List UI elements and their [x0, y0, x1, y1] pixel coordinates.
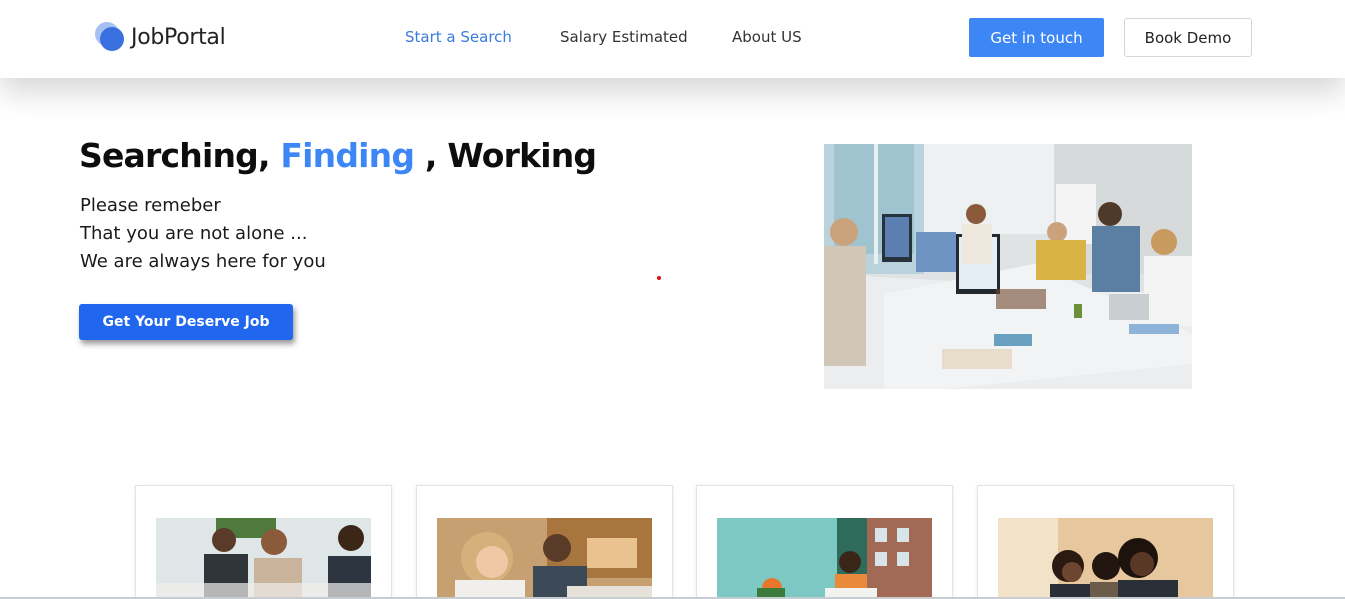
hero-title-accent: Finding [280, 136, 415, 175]
hero-title-part1: Searching, [79, 136, 281, 175]
hero-line: Please remeber [80, 195, 221, 216]
nav-start-search[interactable]: Start a Search [405, 28, 512, 46]
office-team-photo [824, 144, 1192, 389]
hero-title-part2: , Working [414, 136, 597, 175]
card-photo-workspace [717, 518, 932, 599]
card-photo-team [156, 518, 371, 599]
brand-logo[interactable]: JobPortal [95, 22, 226, 52]
brand-name: JobPortal [131, 24, 226, 50]
feature-card[interactable] [416, 485, 673, 599]
card-photo-coworkers [437, 518, 652, 599]
card-photo-meeting [998, 518, 1213, 599]
book-demo-button[interactable]: Book Demo [1124, 18, 1252, 57]
nav-salary-estimated[interactable]: Salary Estimated [560, 28, 688, 46]
hero-subtitle: Please remeber That you are not alone ..… [80, 192, 326, 276]
feature-card[interactable] [977, 485, 1234, 599]
top-navbar: JobPortal Start a Search Salary Estimate… [0, 0, 1345, 78]
nav-about-us[interactable]: About US [732, 28, 802, 46]
hero-line: That you are not alone ... [80, 223, 308, 244]
get-deserve-job-button[interactable]: Get Your Deserve Job [79, 304, 293, 340]
logo-circles-icon [95, 22, 125, 52]
get-in-touch-button[interactable]: Get in touch [969, 18, 1104, 57]
hero-line: We are always here for you [80, 251, 326, 272]
feature-card[interactable] [135, 485, 392, 599]
feature-card[interactable] [696, 485, 953, 599]
cursor-dot [657, 276, 661, 280]
hero-title: Searching, Finding , Working [79, 136, 597, 175]
